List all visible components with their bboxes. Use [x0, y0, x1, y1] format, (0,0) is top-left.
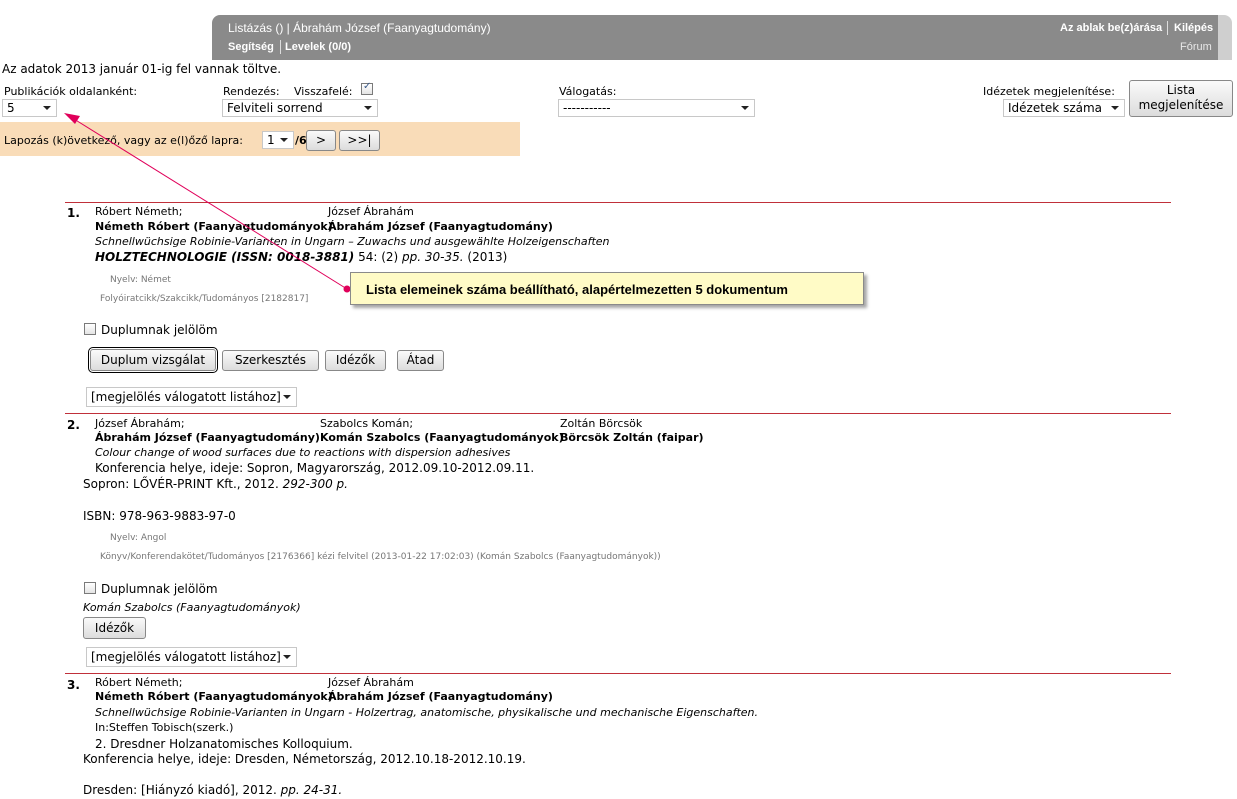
tooltip-arrow — [64, 113, 351, 293]
tooltip-arrow-head — [64, 113, 80, 124]
tooltip-arrow-line — [73, 118, 348, 290]
tooltip-text: Lista elemeinek száma beállítható, alapé… — [366, 282, 788, 297]
tooltip-box: Lista elemeinek száma beállítható, alapé… — [350, 272, 864, 305]
